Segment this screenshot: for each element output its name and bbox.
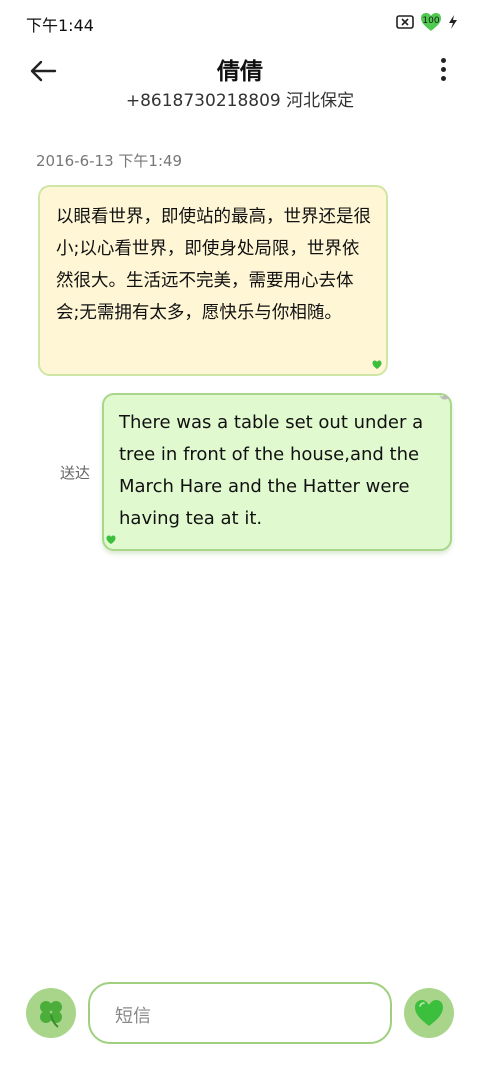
- more-dot-icon: [440, 76, 446, 81]
- status-time: 下午1:44: [26, 16, 94, 35]
- status-bar: 下午1:44 100: [0, 0, 480, 44]
- send-button[interactable]: [404, 988, 454, 1038]
- clover-icon: [40, 1001, 62, 1028]
- battery-level: 100: [422, 16, 440, 26]
- more-options-button[interactable]: [436, 58, 450, 84]
- conversation-header: 倩倩 +8618730218809 河北保定: [0, 44, 480, 120]
- contact-number: +8618730218809 河北保定: [125, 91, 355, 111]
- heart-icon: [106, 535, 116, 544]
- dove-icon: [439, 394, 449, 400]
- message-date: 2016-6-13 下午1:49: [36, 152, 183, 170]
- received-message-bubble[interactable]: 以眼看世界，即使站的最高，世界还是很小;以心看世界，即使身处局限，世界依然很大。…: [38, 185, 388, 376]
- screen-record-icon: [396, 15, 414, 29]
- status-icons: 100: [396, 12, 458, 32]
- charging-icon: [449, 15, 457, 29]
- message-input[interactable]: 短信: [88, 982, 392, 1044]
- clover-button[interactable]: [26, 988, 76, 1038]
- heart-icon: [415, 1000, 443, 1026]
- battery-heart-icon: 100: [420, 12, 442, 32]
- heart-icon: [372, 360, 382, 369]
- contact-name: 倩倩: [217, 59, 263, 85]
- more-dot-icon: [440, 67, 446, 72]
- sent-message-bubble[interactable]: There was a table set out under a tree i…: [102, 393, 452, 551]
- delivery-status: 送达: [60, 464, 91, 482]
- composer-bar: 短信: [0, 978, 480, 1048]
- more-dot-icon: [440, 58, 446, 63]
